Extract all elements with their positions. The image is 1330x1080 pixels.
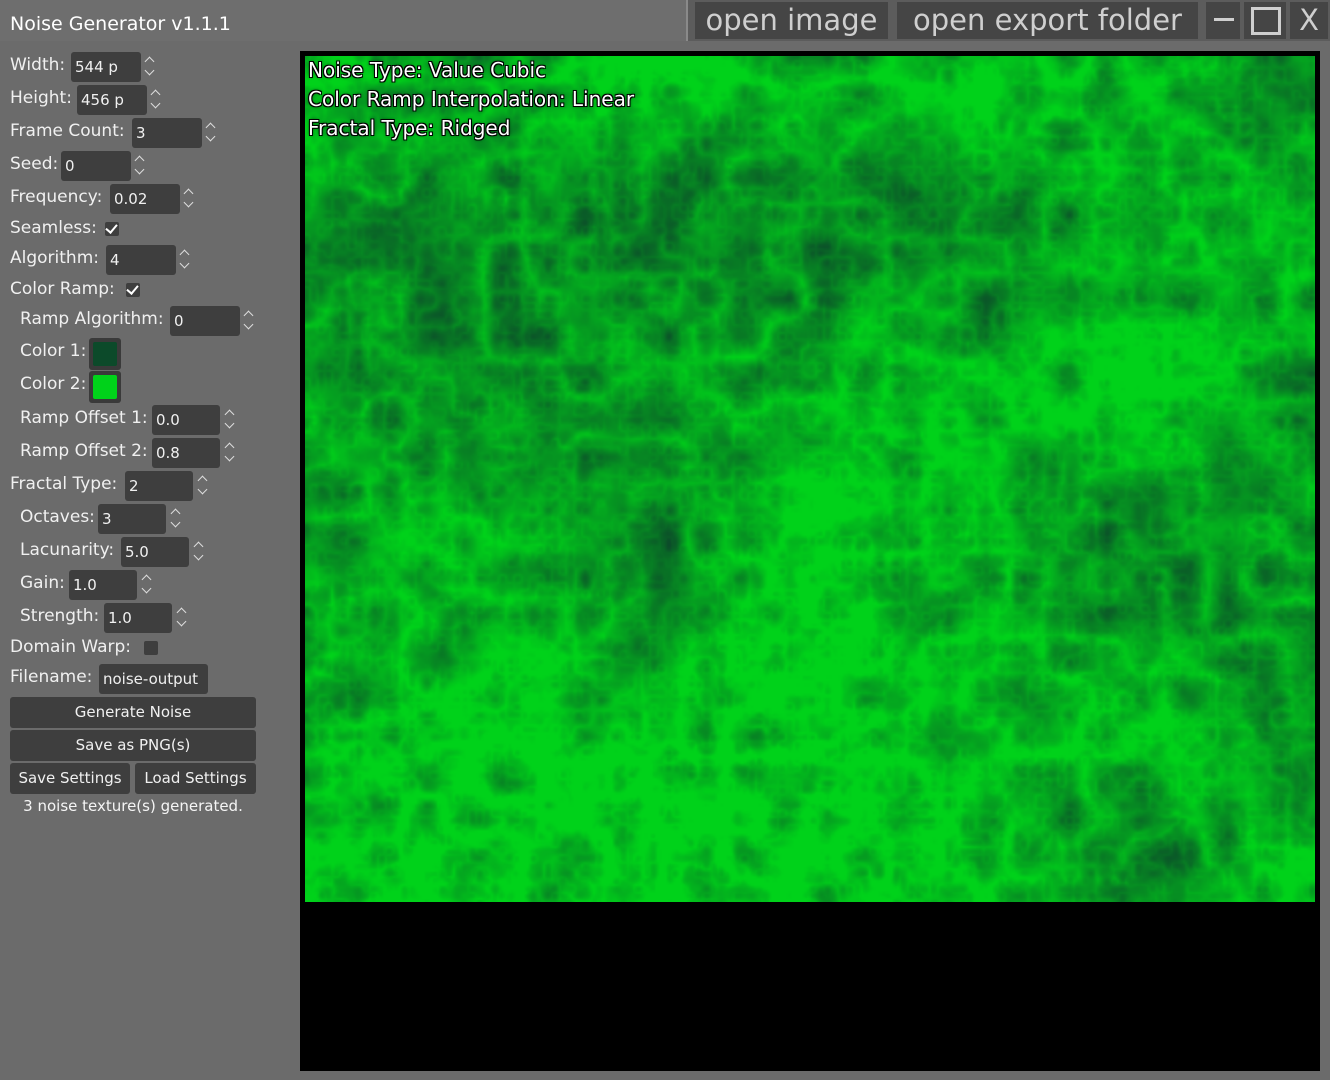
octaves-stepper[interactable] — [170, 505, 183, 533]
strength-stepper[interactable] — [176, 604, 189, 632]
generate-noise-button[interactable]: Generate Noise — [10, 697, 256, 728]
height-spinbox[interactable]: 456 p — [77, 85, 147, 115]
close-button[interactable]: X — [1290, 2, 1328, 39]
lacunarity-stepper[interactable] — [193, 538, 206, 566]
chevron-down-icon — [150, 98, 161, 109]
ramp-offset2-stepper[interactable] — [224, 439, 237, 467]
ramp-algorithm-label: Ramp Algorithm: — [20, 309, 164, 329]
width-spinbox[interactable]: 544 p — [71, 52, 141, 82]
strength-label: Strength: — [20, 606, 100, 626]
chevron-down-icon — [183, 197, 194, 208]
width-label: Width: — [10, 55, 66, 75]
algorithm-spinbox[interactable]: 4 — [106, 245, 176, 275]
color1-swatch — [93, 342, 117, 366]
ramp-algorithm-stepper[interactable] — [243, 307, 256, 335]
chevron-down-icon — [224, 451, 235, 462]
chevron-down-icon — [243, 319, 254, 330]
maximize-button[interactable] — [1244, 2, 1286, 39]
minimize-icon — [1214, 18, 1234, 21]
noise-type-text: Noise Type: Value Cubic — [308, 58, 547, 82]
octaves-label: Octaves: — [20, 507, 95, 527]
save-settings-button[interactable]: Save Settings — [10, 763, 130, 794]
minimize-button[interactable] — [1206, 2, 1240, 39]
frame-count-label: Frame Count: — [10, 121, 125, 141]
chevron-down-icon — [144, 65, 155, 76]
height-stepper[interactable] — [150, 86, 163, 114]
filename-input[interactable]: noise-output — [99, 664, 208, 694]
chevron-down-icon — [224, 418, 235, 429]
frequency-spinbox[interactable]: 0.02 — [110, 184, 180, 214]
frame-count-stepper[interactable] — [205, 119, 218, 147]
maximize-icon — [1251, 7, 1281, 35]
preview-info-overlay: Noise Type: Value Cubic Color Ramp Inter… — [308, 56, 634, 143]
color-ramp-interpolation-text: Color Ramp Interpolation: Linear — [308, 87, 635, 111]
color-ramp-checkbox[interactable] — [126, 283, 140, 297]
strength-spinbox[interactable]: 1.0 — [104, 603, 172, 633]
domain-warp-label: Domain Warp: — [10, 637, 132, 657]
frequency-stepper[interactable] — [183, 185, 196, 213]
color2-label: Color 2: — [20, 374, 87, 394]
lacunarity-label: Lacunarity: — [20, 540, 115, 560]
save-png-button[interactable]: Save as PNG(s) — [10, 730, 256, 761]
filename-label: Filename: — [10, 667, 93, 687]
octaves-spinbox[interactable]: 3 — [98, 504, 166, 534]
ramp-offset1-stepper[interactable] — [224, 406, 237, 434]
chevron-down-icon — [205, 131, 216, 142]
noise-preview-image — [305, 56, 1315, 902]
status-message: 3 noise texture(s) generated. — [23, 797, 243, 815]
title-bar: Noise Generator v1.1.1 open image open e… — [0, 0, 1330, 41]
open-image-button[interactable]: open image — [695, 2, 888, 39]
chevron-down-icon — [197, 484, 208, 495]
gain-spinbox[interactable]: 1.0 — [69, 570, 137, 600]
noise-preview-panel: Noise Type: Value Cubic Color Ramp Inter… — [300, 51, 1320, 1071]
ramp-algorithm-spinbox[interactable]: 0 — [170, 306, 240, 336]
seamless-label: Seamless: — [10, 218, 97, 238]
lacunarity-spinbox[interactable]: 5.0 — [121, 537, 189, 567]
chevron-down-icon — [176, 616, 187, 627]
algorithm-stepper[interactable] — [179, 246, 192, 274]
ramp-offset2-spinbox[interactable]: 0.8 — [152, 438, 220, 468]
color2-swatch — [93, 375, 117, 399]
fractal-type-stepper[interactable] — [197, 472, 210, 500]
seed-stepper[interactable] — [134, 152, 147, 180]
ramp-offset2-label: Ramp Offset 2: — [20, 441, 148, 461]
height-label: Height: — [10, 88, 72, 108]
algorithm-label: Algorithm: — [10, 248, 99, 268]
chevron-down-icon — [170, 517, 181, 528]
color2-picker[interactable] — [89, 371, 121, 403]
color1-picker[interactable] — [89, 338, 121, 370]
frame-count-spinbox[interactable]: 3 — [132, 118, 202, 148]
color-ramp-label: Color Ramp: — [10, 279, 115, 299]
width-stepper[interactable] — [144, 53, 157, 81]
fractal-type-text: Fractal Type: Ridged — [308, 116, 511, 140]
settings-panel: Width: 544 p Height: 456 p Frame Count: … — [0, 41, 298, 1080]
window-title: Noise Generator v1.1.1 — [0, 0, 688, 41]
chevron-down-icon — [141, 583, 152, 594]
fractal-type-label: Fractal Type: — [10, 474, 118, 494]
seed-label: Seed: — [10, 154, 59, 174]
color1-label: Color 1: — [20, 341, 87, 361]
chevron-down-icon — [193, 550, 204, 561]
frequency-label: Frequency: — [10, 187, 103, 207]
open-export-folder-button[interactable]: open export folder — [897, 2, 1198, 39]
ramp-offset1-label: Ramp Offset 1: — [20, 408, 148, 428]
seamless-checkbox[interactable] — [105, 222, 119, 236]
ramp-offset1-spinbox[interactable]: 0.0 — [152, 405, 220, 435]
gain-stepper[interactable] — [141, 571, 154, 599]
fractal-type-spinbox[interactable]: 2 — [125, 471, 193, 501]
seed-spinbox[interactable]: 0 — [61, 151, 131, 181]
domain-warp-checkbox[interactable] — [144, 641, 158, 655]
chevron-down-icon — [179, 258, 190, 269]
load-settings-button[interactable]: Load Settings — [135, 763, 256, 794]
gain-label: Gain: — [20, 573, 65, 593]
chevron-down-icon — [134, 164, 145, 175]
